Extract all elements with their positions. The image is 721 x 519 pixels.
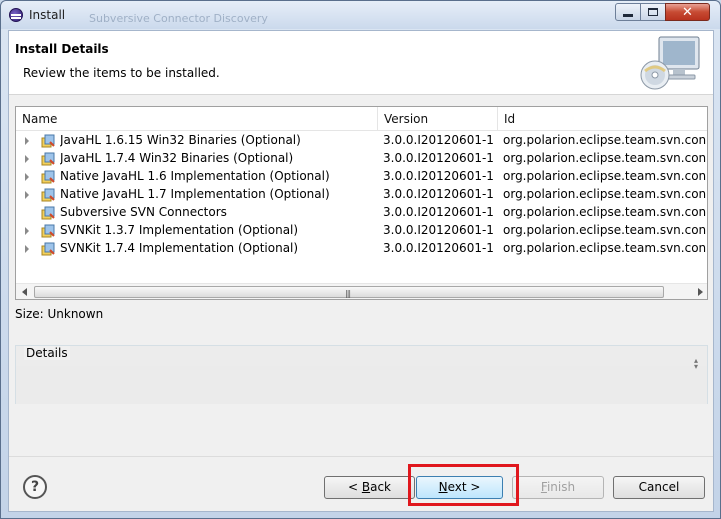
plugin-package-icon <box>41 170 55 184</box>
expand-arrow-icon[interactable] <box>25 155 29 163</box>
expand-arrow-icon[interactable] <box>25 227 29 235</box>
row-id: org.polarion.eclipse.team.svn.connector <box>503 223 707 237</box>
row-version: 3.0.0.I20120601-1... <box>383 187 493 201</box>
table-row[interactable]: JavaHL 1.6.15 Win32 Binaries (Optional) … <box>16 132 707 150</box>
close-button[interactable]: ✕ <box>665 3 710 21</box>
table-row[interactable]: JavaHL 1.7.4 Win32 Binaries (Optional) 3… <box>16 150 707 168</box>
table-row[interactable]: SVNKit 1.7.4 Implementation (Optional) 3… <box>16 240 707 258</box>
row-version: 3.0.0.I20120601-1... <box>383 223 493 237</box>
size-label: Size: Unknown <box>15 307 104 321</box>
row-name: Native JavaHL 1.6 Implementation (Option… <box>60 169 330 183</box>
expand-arrow-icon[interactable] <box>25 173 29 181</box>
back-rest: ack <box>370 480 391 494</box>
column-header-id[interactable]: Id <box>498 107 707 131</box>
details-group: Details ▴ ▾ <box>15 345 708 404</box>
spinner-arrows-icon[interactable]: ▴ ▾ <box>694 357 698 371</box>
expand-arrow-icon[interactable] <box>25 245 29 253</box>
row-version: 3.0.0.I20120601-1... <box>383 151 493 165</box>
column-header-name[interactable]: Name <box>16 107 378 131</box>
row-name: Native JavaHL 1.7 Implementation (Option… <box>60 187 330 201</box>
row-name: Subversive SVN Connectors <box>60 205 227 219</box>
row-id: org.polarion.eclipse.team.svn.connector <box>503 241 707 255</box>
maximize-icon <box>648 8 658 16</box>
row-version: 3.0.0.I20120601-1... <box>383 133 493 147</box>
table-row[interactable]: Native JavaHL 1.6 Implementation (Option… <box>16 168 707 186</box>
table-row[interactable]: Native JavaHL 1.7 Implementation (Option… <box>16 186 707 204</box>
row-name: JavaHL 1.7.4 Win32 Binaries (Optional) <box>60 151 294 165</box>
expand-arrow-icon[interactable] <box>25 137 29 145</box>
table-header: Name Version Id <box>16 107 707 131</box>
back-prefix: < <box>347 480 362 494</box>
page-title: Install Details <box>15 42 109 56</box>
horizontal-scrollbar[interactable]: ||| <box>16 283 707 299</box>
plugin-package-icon <box>41 242 55 256</box>
title-bar[interactable]: Install Subversive Connector Discovery ✕ <box>1 1 720 29</box>
details-label: Details <box>24 346 70 360</box>
row-version: 3.0.0.I20120601-1... <box>383 169 493 183</box>
finish-button: Finish <box>512 476 604 499</box>
table-row[interactable]: SVNKit 1.3.7 Implementation (Optional) 3… <box>16 222 707 240</box>
eclipse-icon <box>9 8 23 22</box>
row-id: org.polarion.eclipse.team.svn.connector <box>503 151 707 165</box>
scrollbar-thumb[interactable]: ||| <box>34 286 664 298</box>
plugin-package-icon <box>41 224 55 238</box>
plugin-package-icon <box>41 188 55 202</box>
plugin-package-icon <box>41 206 55 220</box>
next-button-highlight-box <box>408 464 519 506</box>
row-version: 3.0.0.I20120601-1... <box>383 205 493 219</box>
row-id: org.polarion.eclipse.team.svn.connector <box>503 169 707 183</box>
install-items-table[interactable]: Name Version Id JavaHL 1.6.15 Win32 Bina… <box>15 106 708 300</box>
column-header-version[interactable]: Version <box>378 107 498 131</box>
window-title: Install <box>29 8 66 22</box>
wizard-header: Install Details Review the items to be i… <box>9 31 713 95</box>
background-window-title: Subversive Connector Discovery <box>89 12 268 25</box>
row-version: 3.0.0.I20120601-1... <box>383 241 493 255</box>
maximize-button[interactable] <box>640 3 666 21</box>
row-id: org.polarion.eclipse.team.svn.connector <box>503 133 707 147</box>
help-button[interactable]: ? <box>23 475 47 499</box>
footer-separator <box>9 456 713 457</box>
plugin-package-icon <box>41 152 55 166</box>
wizard-client-area: Install Details Review the items to be i… <box>8 30 714 512</box>
scroll-right-icon[interactable] <box>698 288 703 296</box>
row-name: JavaHL 1.6.15 Win32 Binaries (Optional) <box>60 133 301 147</box>
details-text-area[interactable] <box>16 366 707 404</box>
page-description: Review the items to be installed. <box>23 66 220 80</box>
back-button[interactable]: < Back <box>324 476 415 499</box>
back-mnemonic: B <box>361 480 371 494</box>
install-cd-monitor-icon <box>640 36 700 90</box>
plugin-package-icon <box>41 134 55 148</box>
install-window: Install Subversive Connector Discovery ✕… <box>0 0 721 519</box>
minimize-button[interactable] <box>615 3 641 21</box>
grip-icon: ||| <box>345 289 351 298</box>
scroll-left-icon[interactable] <box>22 288 27 296</box>
row-name: SVNKit 1.3.7 Implementation (Optional) <box>60 223 299 237</box>
table-row[interactable]: Subversive SVN Connectors 3.0.0.I2012060… <box>16 204 707 222</box>
close-icon: ✕ <box>682 4 693 20</box>
expand-arrow-icon[interactable] <box>25 191 29 199</box>
row-id: org.polarion.eclipse.team.svn.connector <box>503 205 707 219</box>
cancel-button[interactable]: Cancel <box>613 476 705 499</box>
row-id: org.polarion.eclipse.team.svn.connector <box>503 187 707 201</box>
finish-rest: inish <box>546 480 576 494</box>
row-name: SVNKit 1.7.4 Implementation (Optional) <box>60 241 299 255</box>
minimize-icon <box>623 14 633 17</box>
